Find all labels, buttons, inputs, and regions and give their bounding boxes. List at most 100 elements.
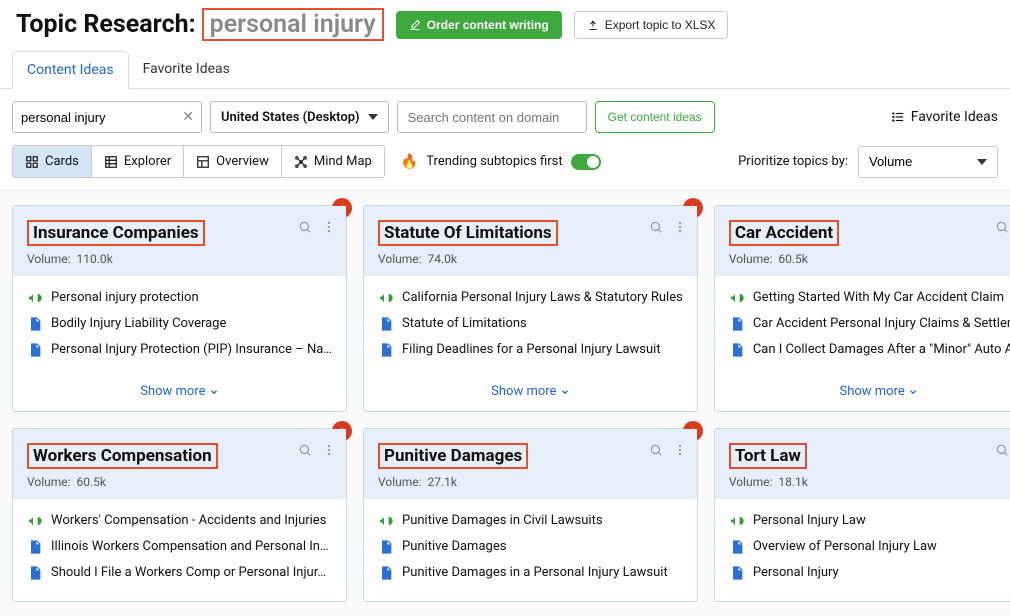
country-value: United States (Desktop) <box>221 110 360 125</box>
topic-item-text: Should I File a Workers Comp or Personal… <box>51 565 332 580</box>
card-volume: Volume: 110.0k <box>27 252 332 266</box>
prioritize-label: Prioritize topics by: <box>738 154 848 169</box>
card-menu-icon[interactable] <box>322 220 336 234</box>
topic-card: Punitive DamagesVolume: 27.1kPunitive Da… <box>363 428 698 602</box>
topic-item[interactable]: Personal Injury Protection (PIP) Insuran… <box>27 342 332 358</box>
favorite-ideas-label: Favorite Ideas <box>911 109 998 125</box>
megaphone-icon <box>729 513 745 529</box>
card-title: Workers Compensation <box>27 443 218 469</box>
card-volume: Volume: 74.0k <box>378 252 683 266</box>
topic-item-text: Personal Injury Protection (PIP) Insuran… <box>51 342 332 357</box>
card-search-icon[interactable] <box>649 220 663 234</box>
cards-icon <box>25 155 39 169</box>
card-menu-icon[interactable] <box>322 443 336 457</box>
get-ideas-button[interactable]: Get content ideas <box>595 101 715 133</box>
topic-item-text: Punitive Damages in Civil Lawsuits <box>402 513 683 528</box>
document-icon <box>27 316 43 332</box>
tab-favorite-ideas[interactable]: Favorite Ideas <box>129 51 244 88</box>
order-content-label: Order content writing <box>427 18 549 32</box>
view-explorer-label: Explorer <box>124 154 171 169</box>
page-title: Topic Research: personal injury <box>16 8 384 41</box>
view-overview[interactable]: Overview <box>184 146 282 177</box>
topic-item[interactable]: Getting Started With My Car Accident Cla… <box>729 290 1010 306</box>
topic-item[interactable]: Punitive Damages in Civil Lawsuits <box>378 513 683 529</box>
topic-item[interactable]: Filing Deadlines for a Personal Injury L… <box>378 342 683 358</box>
document-icon <box>27 539 43 555</box>
topic-card: Tort Law Volume: 18.1k Personal Injury Law… <box>714 428 1010 602</box>
topic-item-text: Punitive Damages <box>402 539 683 554</box>
view-cards[interactable]: Cards <box>13 146 92 177</box>
megaphone-icon <box>729 290 745 306</box>
edit-icon <box>409 19 421 31</box>
document-icon <box>729 342 745 358</box>
card-search-icon[interactable] <box>995 220 1009 234</box>
topic-item-text: Statute of Limitations <box>402 316 683 331</box>
document-icon <box>378 539 394 555</box>
show-more-link[interactable]: Show more <box>364 378 697 411</box>
card-search-icon[interactable] <box>298 220 312 234</box>
show-more-link[interactable]: Show more <box>13 378 346 411</box>
topic-card: Statute Of LimitationsVolume: 74.0kCalif… <box>363 205 698 412</box>
title-prefix: Topic Research: <box>16 10 196 39</box>
topic-item[interactable]: Personal Injury Law <box>729 513 1010 529</box>
card-search-icon[interactable] <box>649 443 663 457</box>
domain-input[interactable] <box>397 101 587 133</box>
topic-item[interactable]: Punitive Damages in a Personal Injury La… <box>378 565 683 581</box>
card-search-icon[interactable] <box>298 443 312 457</box>
document-icon <box>729 565 745 581</box>
view-mindmap-label: Mind Map <box>314 154 372 169</box>
topic-item[interactable]: Should I File a Workers Comp or Personal… <box>27 565 332 581</box>
topic-item[interactable]: Can I Collect Damages After a "Minor" Au… <box>729 342 1010 358</box>
topic-item[interactable]: Workers' Compensation - Accidents and In… <box>27 513 332 529</box>
view-explorer[interactable]: Explorer <box>92 146 184 177</box>
favorite-ideas-link[interactable]: Favorite Ideas <box>891 109 998 125</box>
topic-item[interactable]: Overview of Personal Injury Law <box>729 539 1010 555</box>
document-icon <box>27 565 43 581</box>
prioritize-select[interactable]: Volume <box>858 146 998 178</box>
trending-toggle[interactable] <box>571 154 601 170</box>
topic-item[interactable]: Personal injury protection <box>27 290 332 306</box>
order-content-button[interactable]: Order content writing <box>396 11 562 39</box>
topic-item[interactable]: Personal Injury <box>729 565 1010 581</box>
topic-item[interactable]: Bodily Injury Liability Coverage <box>27 316 332 332</box>
card-title: Tort Law <box>729 443 807 469</box>
topic-item[interactable]: Statute of Limitations <box>378 316 683 332</box>
document-icon <box>729 539 745 555</box>
topic-item[interactable]: Punitive Damages <box>378 539 683 555</box>
tab-content-ideas[interactable]: Content Ideas <box>12 51 129 89</box>
export-xlsx-button[interactable]: Export topic to XLSX <box>574 11 729 39</box>
topic-item-text: Workers' Compensation - Accidents and In… <box>51 513 332 528</box>
topic-item-text: Can I Collect Damages After a "Minor" Au… <box>753 342 1010 357</box>
topic-item[interactable]: Car Accident Personal Injury Claims & Se… <box>729 316 1010 332</box>
country-select[interactable]: United States (Desktop) <box>210 101 389 133</box>
topic-item[interactable]: Illinois Workers Compensation and Person… <box>27 539 332 555</box>
topic-item-text: Personal injury protection <box>51 290 332 305</box>
card-menu-icon[interactable] <box>673 443 687 457</box>
keyword-input[interactable] <box>12 101 202 133</box>
topic-item-text: Bodily Injury Liability Coverage <box>51 316 332 331</box>
list-icon <box>891 110 905 124</box>
clear-keyword-icon[interactable]: ✕ <box>182 109 194 125</box>
card-volume: Volume: 18.1k <box>729 475 1010 489</box>
card-menu-icon[interactable] <box>673 220 687 234</box>
megaphone-icon <box>27 290 43 306</box>
document-icon <box>378 565 394 581</box>
topic-item[interactable]: California Personal Injury Laws & Statut… <box>378 290 683 306</box>
megaphone-icon <box>378 290 394 306</box>
document-icon <box>27 342 43 358</box>
topic-item-text: California Personal Injury Laws & Statut… <box>402 290 683 305</box>
export-xlsx-label: Export topic to XLSX <box>605 18 716 32</box>
document-icon <box>729 316 745 332</box>
topic-item-text: Getting Started With My Car Accident Cla… <box>753 290 1010 305</box>
view-mindmap[interactable]: Mind Map <box>282 146 384 177</box>
megaphone-icon <box>27 513 43 529</box>
card-volume: Volume: 60.5k <box>27 475 332 489</box>
trending-label: Trending subtopics first <box>426 154 562 169</box>
overview-icon <box>196 155 210 169</box>
card-search-icon[interactable] <box>995 443 1009 457</box>
title-keyword: personal injury <box>202 8 384 41</box>
topic-item-text: Overview of Personal Injury Law <box>753 539 1010 554</box>
card-title: Punitive Damages <box>378 443 528 469</box>
table-icon <box>104 155 118 169</box>
show-more-link[interactable]: Show more <box>715 378 1010 411</box>
